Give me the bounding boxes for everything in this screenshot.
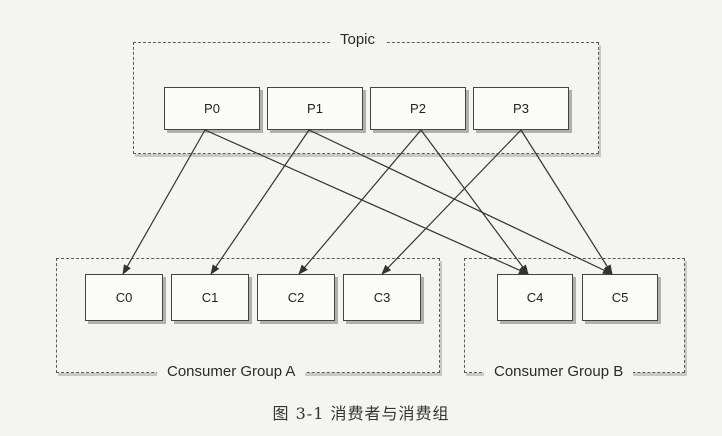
arrow-p0-to-c4 bbox=[204, 129, 529, 275]
arrow-p2-to-c4 bbox=[420, 129, 529, 275]
arrow-p0-to-c0 bbox=[122, 129, 206, 275]
figure-caption: 图 3-1 消费者与消费组 bbox=[272, 404, 450, 423]
arrow-p1-to-c1 bbox=[210, 129, 310, 275]
assignment-arrows bbox=[122, 129, 613, 275]
